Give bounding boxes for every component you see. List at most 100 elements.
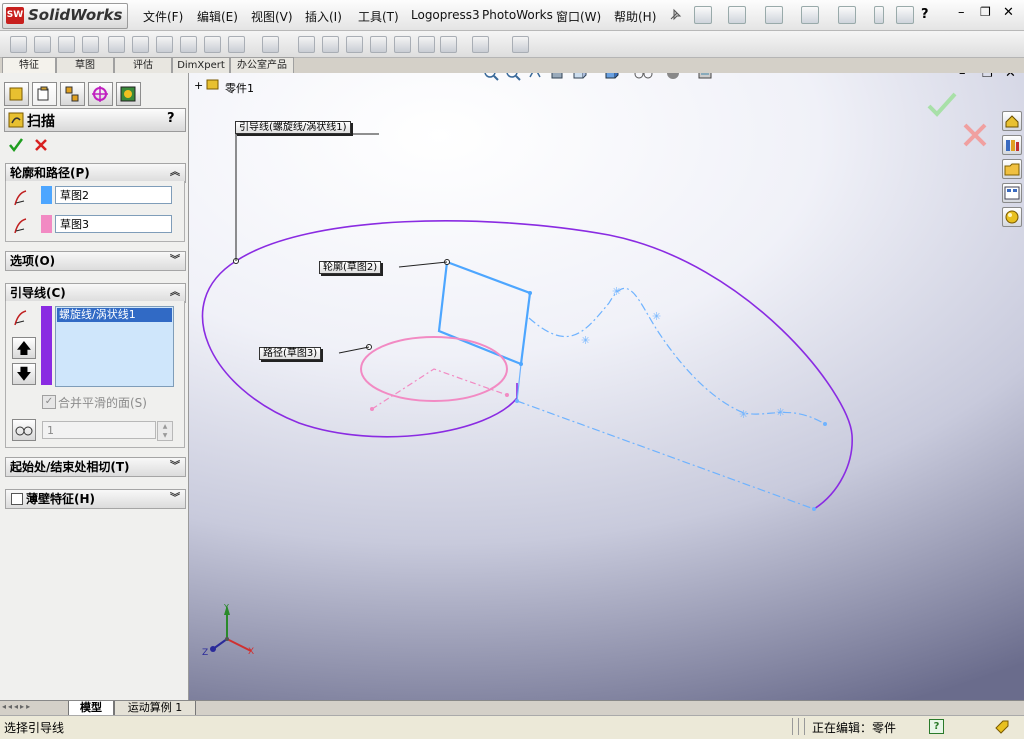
- callout-guide[interactable]: 引导线(螺旋线/涡状线1): [235, 121, 351, 134]
- mirror-icon[interactable]: [370, 36, 387, 53]
- section-number-input[interactable]: 1: [42, 421, 156, 439]
- tab-office[interactable]: 办公室产品: [230, 57, 294, 73]
- sweep-icon[interactable]: [58, 36, 75, 53]
- options-icon[interactable]: [896, 6, 914, 24]
- menu-file[interactable]: 文件(F): [143, 8, 183, 25]
- status-help-icon[interactable]: ?: [929, 719, 944, 734]
- helix-icon[interactable]: [472, 36, 489, 53]
- configuration-tab-icon[interactable]: [60, 82, 85, 106]
- display-manager-tab-icon[interactable]: [116, 82, 141, 106]
- restore-icon[interactable]: ❐: [980, 5, 991, 19]
- print-icon[interactable]: [801, 6, 819, 24]
- triad-x-label: X: [248, 647, 255, 657]
- move-face-icon[interactable]: [512, 36, 529, 53]
- dimxpert-tab-icon[interactable]: [88, 82, 113, 106]
- chevron-up-icon[interactable]: ︽: [170, 284, 180, 302]
- graphics-area[interactable]: + 零件1 – ❐ ✕ ✳ ✳ ✳ ✳ ✳ 引导线(螺旋线/涡状线1) 轮廓(草…: [189, 73, 1024, 700]
- feature-tree-tab-icon[interactable]: [4, 82, 29, 106]
- tab-scroll-arrows-icon[interactable]: ◂◂◂▸▸: [2, 702, 64, 714]
- reference-geometry-icon[interactable]: [394, 36, 411, 53]
- ok-checkmark-icon[interactable]: [8, 137, 24, 153]
- tab-dimxpert[interactable]: DimXpert: [172, 57, 230, 73]
- chevron-up-icon[interactable]: ︽: [170, 164, 180, 182]
- cut-extrude-icon[interactable]: [108, 36, 125, 53]
- tab-motion-study[interactable]: 运动算例 1: [114, 701, 196, 716]
- profile-field[interactable]: 草图2: [55, 186, 172, 204]
- chamfer-icon[interactable]: [180, 36, 197, 53]
- menu-edit[interactable]: 编辑(E): [197, 8, 238, 25]
- fillet-icon[interactable]: [156, 36, 173, 53]
- rebuild-icon[interactable]: [874, 6, 884, 24]
- merge-smooth-checkbox[interactable]: ✓: [42, 395, 56, 409]
- menu-insert[interactable]: 插入(I): [305, 8, 342, 25]
- tab-model[interactable]: 模型: [68, 701, 114, 716]
- model-tabs-bar: ◂◂◂▸▸ 模型 运动算例 1: [0, 700, 1024, 716]
- chevron-down-icon[interactable]: ︾: [170, 490, 180, 508]
- guide-curve-list-item[interactable]: 螺旋线/涡状线1: [57, 308, 172, 322]
- profile-path-body: 草图2 草图3: [5, 181, 185, 242]
- move-up-arrow-icon[interactable]: 🡅: [12, 337, 36, 359]
- menu-photoworks[interactable]: PhotoWorks: [482, 8, 553, 22]
- cancel-x-icon[interactable]: [33, 137, 49, 153]
- new-icon[interactable]: [694, 6, 712, 24]
- menu-logopress[interactable]: Logopress3: [411, 8, 480, 22]
- status-editing: 正在编辑：零件: [812, 721, 897, 735]
- callout-profile[interactable]: 轮廓(草图2): [319, 261, 382, 274]
- path-field[interactable]: 草图3: [55, 215, 172, 233]
- close-icon[interactable]: ✕: [1003, 5, 1014, 20]
- show-sections-glasses-icon[interactable]: [12, 419, 36, 441]
- wrap-icon[interactable]: [322, 36, 339, 53]
- chevron-down-icon[interactable]: ︾: [170, 458, 180, 476]
- command-manager-tabs: 特征 草图 评估 DimXpert 办公室产品: [0, 57, 300, 73]
- shell-icon[interactable]: [204, 36, 221, 53]
- help-question-icon[interactable]: ?: [921, 7, 929, 22]
- section-thin-feature[interactable]: 薄壁特征(H) ︾: [5, 489, 186, 509]
- revolve-icon[interactable]: [34, 36, 51, 53]
- instant3d-icon[interactable]: [440, 36, 457, 53]
- save-icon[interactable]: [765, 6, 783, 24]
- path-color-swatch: [41, 215, 52, 233]
- menu-help[interactable]: 帮助(H): [614, 8, 656, 25]
- undo-icon[interactable]: [838, 6, 856, 24]
- tab-sketch[interactable]: 草图: [56, 57, 114, 73]
- menubar: SW SolidWorks 文件(F) 编辑(E) 视图(V) 插入(I) 工具…: [0, 0, 1024, 31]
- menu-tools[interactable]: 工具(T): [358, 8, 399, 25]
- move-down-arrow-icon[interactable]: 🡇: [12, 363, 36, 385]
- minimize-icon[interactable]: –: [958, 5, 965, 20]
- tag-icon[interactable]: [994, 719, 1010, 735]
- thin-feature-checkbox[interactable]: [11, 493, 23, 505]
- svg-text:✳: ✳: [776, 406, 785, 419]
- guide-curve-list[interactable]: 螺旋线/涡状线1: [55, 306, 174, 387]
- callout-path[interactable]: 路径(草图3): [259, 347, 322, 360]
- chevron-down-icon[interactable]: ︾: [170, 252, 180, 270]
- tab-evaluate[interactable]: 评估: [114, 57, 172, 73]
- section-guide-curves[interactable]: 引导线(C) ︽: [5, 283, 186, 303]
- profile-rectangle: [437, 260, 532, 366]
- rib-icon[interactable]: [298, 36, 315, 53]
- section-options[interactable]: 选项(O) ︾: [5, 251, 186, 271]
- tab-features[interactable]: 特征: [2, 57, 56, 73]
- sweep-preview-geometry: ✳ ✳ ✳ ✳ ✳: [201, 133, 853, 511]
- menu-view[interactable]: 视图(V): [251, 8, 293, 25]
- section-tangency[interactable]: 起始处/结束处相切(T) ︾: [5, 457, 186, 477]
- section-guide-curves-label: 引导线(C): [10, 286, 66, 300]
- svg-text:✳: ✳: [581, 334, 590, 347]
- pattern-icon[interactable]: [262, 36, 279, 53]
- cut-revolve-icon[interactable]: [132, 36, 149, 53]
- feature-help-icon[interactable]: ?: [167, 111, 175, 126]
- section-profile-path[interactable]: 轮廓和路径(P) ︽: [5, 163, 186, 183]
- property-manager-tab-icon[interactable]: [32, 82, 57, 106]
- triad-y-label: Y: [224, 603, 229, 612]
- path-icon: [14, 218, 27, 234]
- spin-stepper[interactable]: ▲ ▼: [157, 421, 173, 441]
- draft-icon[interactable]: [228, 36, 245, 53]
- extrude-icon[interactable]: [10, 36, 27, 53]
- merge-smooth-label: 合并平滑的面(S): [58, 396, 147, 410]
- curves-icon[interactable]: [418, 36, 435, 53]
- pin-icon[interactable]: [667, 7, 683, 23]
- menu-window[interactable]: 窗口(W): [556, 8, 601, 25]
- app-logo[interactable]: SW SolidWorks: [2, 3, 128, 29]
- dome-icon[interactable]: [346, 36, 363, 53]
- loft-icon[interactable]: [82, 36, 99, 53]
- open-icon[interactable]: [728, 6, 746, 24]
